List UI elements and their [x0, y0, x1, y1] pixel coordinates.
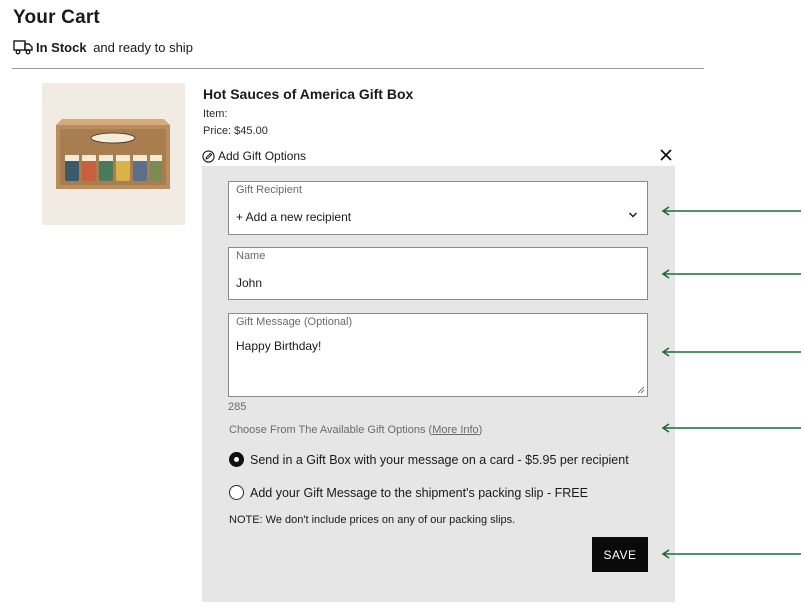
add-gift-options-label: Add Gift Options: [218, 149, 307, 163]
character-count: 285: [228, 401, 247, 413]
annotation-arrow: [661, 549, 801, 559]
truck-icon: [13, 40, 33, 55]
product-price: Price: $45.00: [203, 125, 268, 137]
annotation-arrow: [661, 206, 801, 216]
name-field[interactable]: Name John: [228, 247, 648, 300]
product-item: Item:: [203, 108, 228, 120]
gift-options-prompt-text: Choose From The Available Gift Options (: [229, 424, 433, 436]
stock-status-label: In Stock: [36, 39, 87, 55]
gift-message-textarea[interactable]: Gift Message (Optional) Happy Birthday!: [228, 313, 648, 397]
packing-slip-option-label: Add your Gift Message to the shipment's …: [250, 485, 588, 500]
add-gift-options-toggle[interactable]: Add Gift Options: [202, 149, 306, 163]
save-button[interactable]: SAVE: [592, 537, 648, 572]
gift-box-radio[interactable]: [229, 452, 244, 467]
packing-slip-note: NOTE: We don't include prices on any of …: [229, 514, 516, 526]
annotation-arrow: [661, 347, 801, 357]
gift-message-value: Happy Birthday!: [236, 339, 322, 353]
gift-options-prompt: Choose From The Available Gift Options (…: [229, 424, 482, 436]
divider: [12, 68, 704, 69]
name-value: John: [236, 276, 263, 290]
gift-recipient-select[interactable]: Gift Recipient + Add a new recipient: [228, 181, 648, 235]
packing-slip-option[interactable]: Add your Gift Message to the shipment's …: [229, 485, 588, 500]
page-title: Your Cart: [13, 7, 100, 28]
stock-status: In Stock and ready to ship: [13, 39, 193, 55]
resize-handle-icon[interactable]: [637, 386, 645, 394]
gift-box-option-label: Send in a Gift Box with your message on …: [250, 452, 629, 467]
product-name[interactable]: Hot Sauces of America Gift Box: [203, 86, 413, 102]
gift-options-prompt-end: ): [478, 424, 483, 436]
gift-box-option[interactable]: Send in a Gift Box with your message on …: [229, 452, 629, 467]
edit-icon: [202, 149, 215, 163]
name-label: Name: [236, 250, 266, 262]
gift-message-label: Gift Message (Optional): [236, 316, 353, 328]
more-info-link[interactable]: More Info: [432, 424, 478, 436]
chevron-down-icon: [629, 212, 637, 218]
gift-recipient-value: + Add a new recipient: [236, 210, 352, 224]
product-info: Hot Sauces of America Gift Box Item: Pri…: [203, 86, 413, 140]
annotation-arrow: [661, 423, 801, 433]
packing-slip-radio[interactable]: [229, 485, 244, 500]
annotation-arrow: [661, 269, 801, 279]
gift-recipient-label: Gift Recipient: [236, 184, 303, 196]
product-box-illustration: [42, 83, 185, 225]
close-icon[interactable]: [659, 148, 673, 162]
stock-status-suffix: and ready to ship: [89, 39, 193, 55]
product-image[interactable]: [42, 83, 185, 225]
